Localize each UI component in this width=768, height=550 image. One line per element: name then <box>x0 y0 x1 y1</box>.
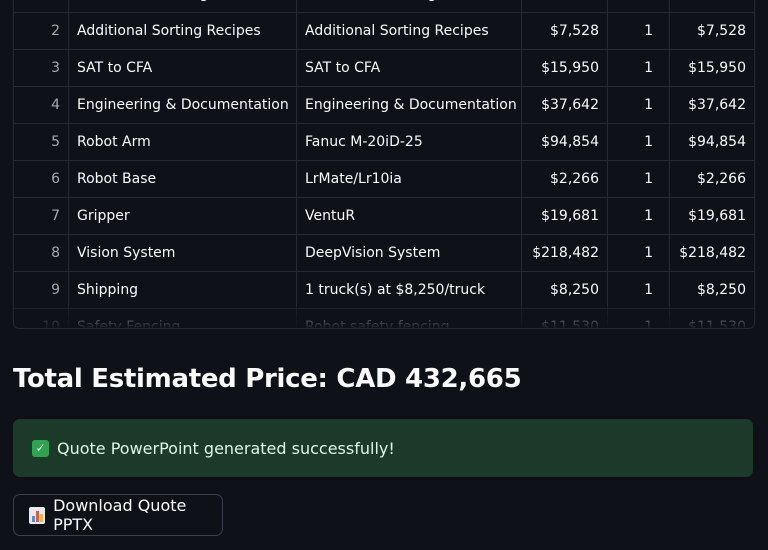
quantity-cell: 1 <box>607 272 669 308</box>
total-cell: $2,266 <box>669 161 754 197</box>
table-row[interactable]: 2 Additional Sorting Recipes Additional So… <box>14 12 754 49</box>
item-cell: Robot Arm <box>68 124 296 160</box>
total-cell: $19,681 <box>669 198 754 234</box>
table-row[interactable]: 7 Gripper VentuR $19,681 1 $19,681 <box>14 197 754 234</box>
row-index: 6 <box>51 171 60 187</box>
description-cell: Fanuc M-20iD-25 <box>296 124 521 160</box>
description-cell: Additional Sorting Recipes <box>296 13 521 49</box>
table-row[interactable]: 6 Robot Base LrMate/Lr10ia $2,266 1 $2,266 <box>14 160 754 197</box>
description-cell: Robot safety fencing <box>296 309 521 328</box>
table-row[interactable]: 4 Engineering & Documentation Engineering … <box>14 86 754 123</box>
table-row[interactable]: 1Custom AI TrainingCustom AI Training$7,… <box>14 0 754 12</box>
total-cell: $7,528 <box>669 13 754 49</box>
description-cell: Custom AI Training <box>296 0 521 12</box>
unit-price-cell: $94,854 <box>521 124 607 160</box>
row-index: 10 <box>42 319 60 329</box>
item-cell: SAT to CFA <box>68 50 296 86</box>
unit-price-cell: $15,950 <box>521 50 607 86</box>
item-cell: Vision System <box>68 235 296 271</box>
unit-price-cell: $7,528 <box>521 13 607 49</box>
quantity-cell: 1 <box>607 13 669 49</box>
unit-price-cell: $218,482 <box>521 235 607 271</box>
row-index: 8 <box>51 245 60 261</box>
row-index: 9 <box>51 282 60 298</box>
quantity-cell: 1 <box>607 87 669 123</box>
item-cell: Gripper <box>68 198 296 234</box>
check-mark-icon: ✓ <box>32 439 49 457</box>
item-cell: Engineering & Documentation <box>68 87 296 123</box>
item-cell: Custom AI Training <box>68 0 296 12</box>
quantity-cell: 1 <box>607 198 669 234</box>
item-cell: Safety Fencing <box>68 309 296 328</box>
total-cell: $37,642 <box>669 87 754 123</box>
item-cell: Robot Base <box>68 161 296 197</box>
total-cell: $11,530 <box>669 309 754 328</box>
description-cell: SAT to CFA <box>296 50 521 86</box>
quantity-cell: 1 <box>607 50 669 86</box>
total-cell: $7,528 <box>669 0 754 12</box>
unit-price-cell: $2,266 <box>521 161 607 197</box>
quote-table[interactable]: 1Custom AI TrainingCustom AI Training$7,… <box>13 0 755 329</box>
quantity-cell: 1 <box>607 235 669 271</box>
quantity-cell: 1 <box>607 0 669 12</box>
row-index: 7 <box>51 208 60 224</box>
table-row[interactable]: 9 Shipping 1 truck(s) at $8,250/truck $8,25… <box>14 271 754 308</box>
quantity-cell: 1 <box>607 161 669 197</box>
success-alert: ✓ Quote PowerPoint generated successfull… <box>13 419 753 477</box>
unit-price-cell: $8,250 <box>521 272 607 308</box>
row-index: 1 <box>14 0 68 12</box>
unit-price-cell: $37,642 <box>521 87 607 123</box>
table-row[interactable]: 5 Robot Arm Fanuc M-20iD-25 $94,854 1 $94,854 <box>14 123 754 160</box>
description-cell: 1 truck(s) at $8,250/truck <box>296 272 521 308</box>
total-cell: $15,950 <box>669 50 754 86</box>
total-cell: $94,854 <box>669 124 754 160</box>
description-cell: DeepVision System <box>296 235 521 271</box>
bar-chart-icon <box>29 506 46 524</box>
description-cell: Engineering & Documentation <box>296 87 521 123</box>
quantity-cell: 1 <box>607 309 669 328</box>
row-index: 4 <box>51 97 60 113</box>
row-index: 2 <box>51 23 60 39</box>
download-pptx-button[interactable]: Download Quote PPTX <box>13 494 223 536</box>
unit-price-cell: $19,681 <box>521 198 607 234</box>
download-button-label: Download Quote PPTX <box>53 496 187 534</box>
unit-price-cell: $7,528 <box>521 0 607 12</box>
unit-price-cell: $11,530 <box>521 309 607 328</box>
table-row[interactable]: 8 Vision System DeepVision System $218,482 1… <box>14 234 754 271</box>
table-row[interactable]: 10 Safety Fencing Robot safety fencing $11,… <box>14 308 754 329</box>
table-row[interactable]: 3 SAT to CFA SAT to CFA $15,950 1 $15,950 <box>14 49 754 86</box>
item-cell: Additional Sorting Recipes <box>68 13 296 49</box>
item-cell: Shipping <box>68 272 296 308</box>
total-price-heading: Total Estimated Price: CAD 432,665 <box>13 364 522 394</box>
row-index: 3 <box>51 60 60 76</box>
quantity-cell: 1 <box>607 124 669 160</box>
total-cell: $218,482 <box>669 235 754 271</box>
total-cell: $8,250 <box>669 272 754 308</box>
row-index: 5 <box>51 134 60 150</box>
description-cell: LrMate/Lr10ia <box>296 161 521 197</box>
success-message: Quote PowerPoint generated successfully! <box>57 438 395 458</box>
description-cell: VentuR <box>296 198 521 234</box>
